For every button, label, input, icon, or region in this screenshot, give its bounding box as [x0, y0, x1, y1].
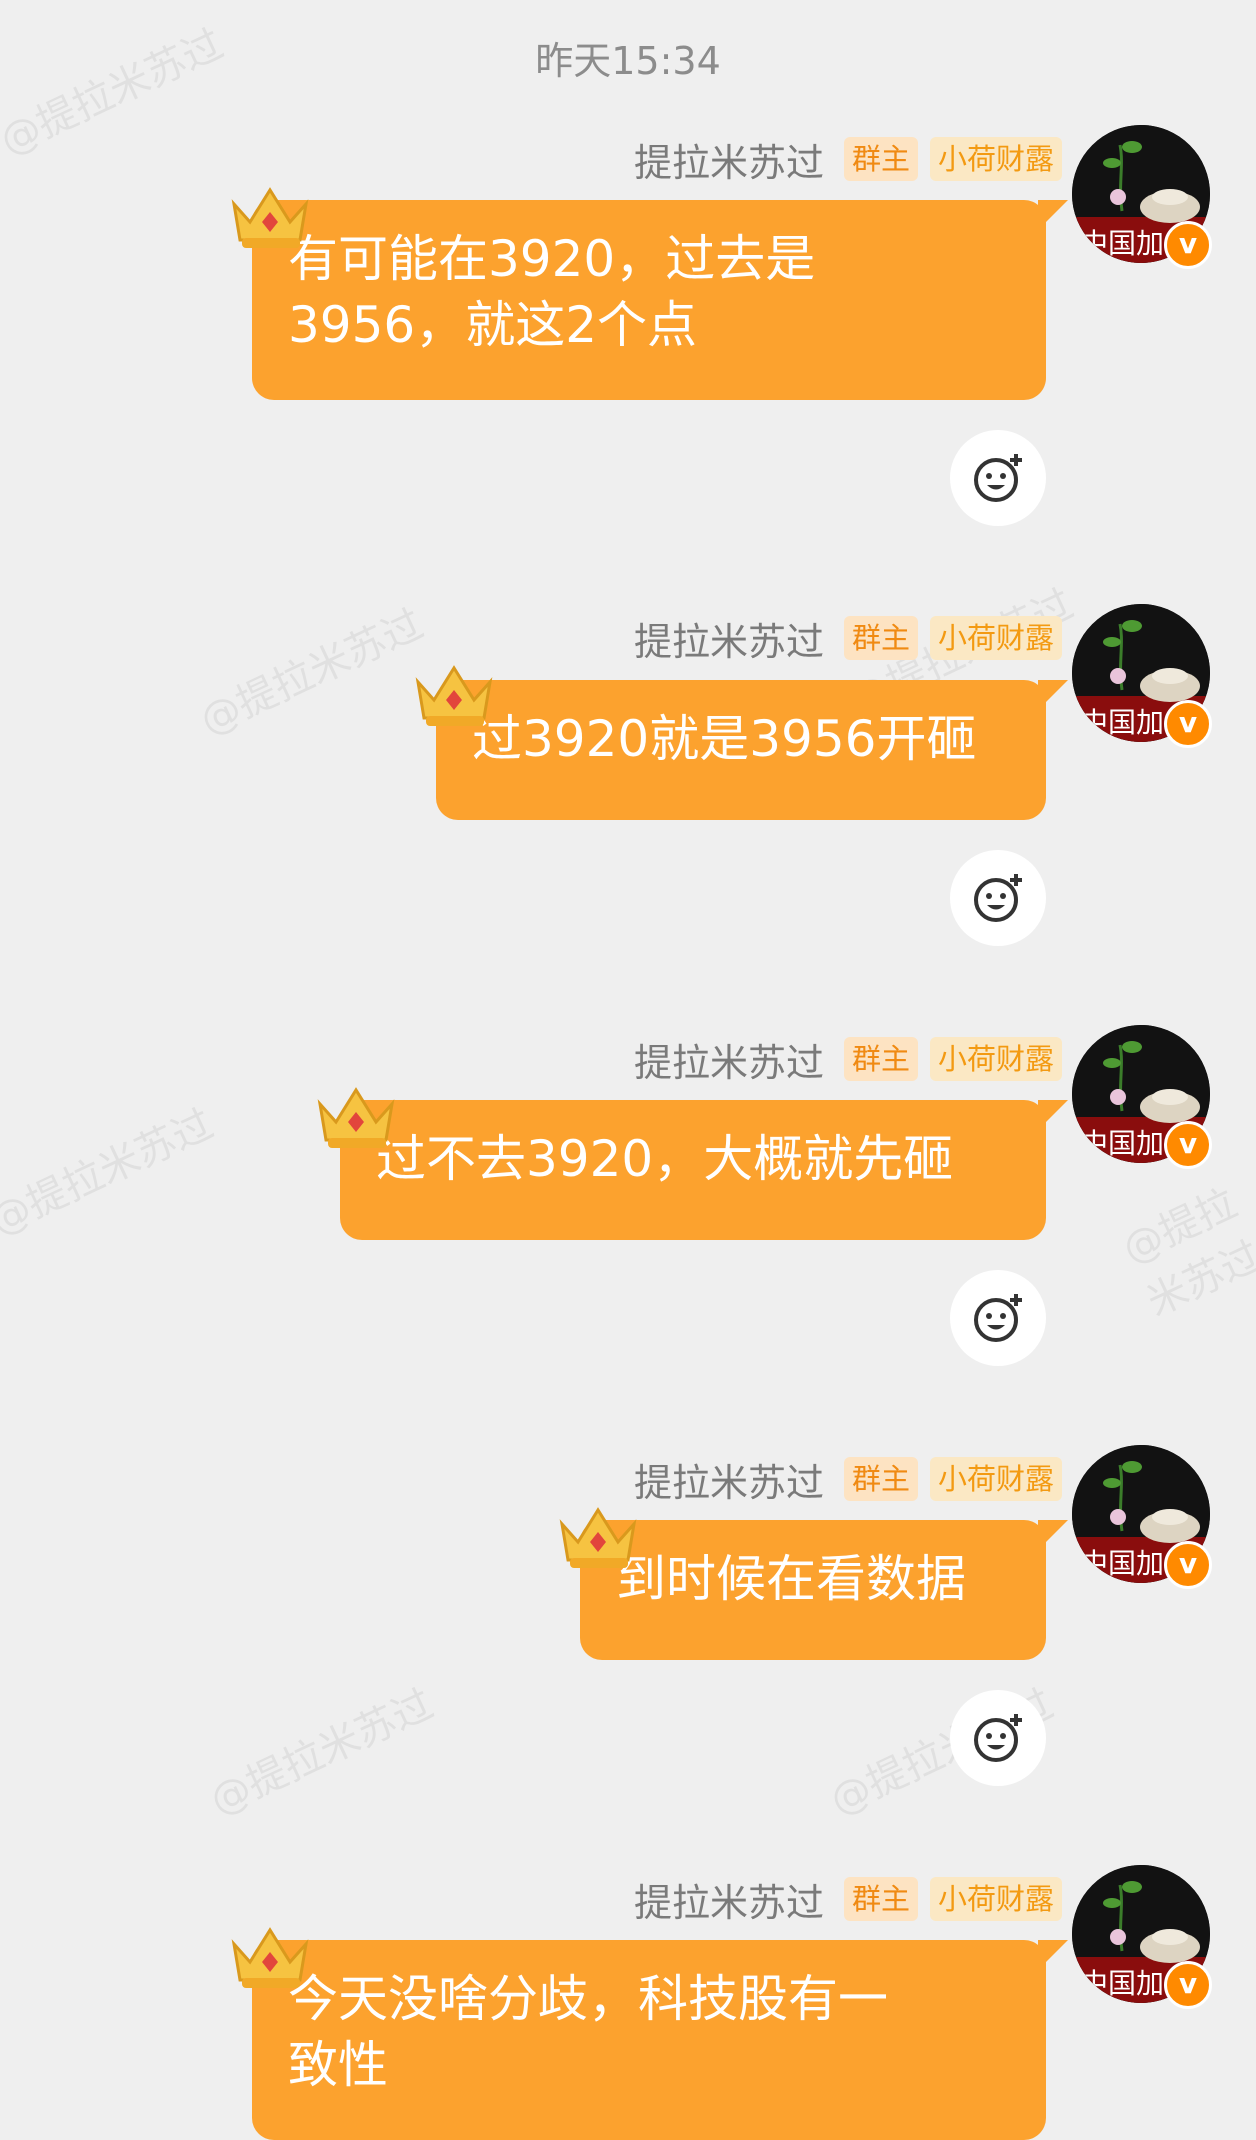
message-header: 提拉米苏过 群主 小荷财露: [634, 612, 1062, 664]
message-bubble[interactable]: 到时候在看数据: [580, 1520, 1068, 1660]
group-owner-badge: 群主: [843, 137, 918, 181]
message-text: 今天没啥分歧，科技股有一 致性: [288, 1970, 888, 2094]
verified-icon: v: [1164, 700, 1212, 748]
watermark: @提拉米苏过: [0, 1101, 221, 1245]
group-owner-badge: 群主: [843, 1457, 918, 1501]
svg-text:中国加: 中国加: [1080, 1547, 1164, 1580]
crown-icon: [415, 665, 493, 726]
verified-icon: v: [1164, 1541, 1212, 1589]
message-text: 到时候在看数据: [616, 1550, 966, 1608]
add-reaction-button[interactable]: [950, 430, 1046, 526]
message-bubble[interactable]: 有可能在3920，过去是 3956，就这2个点: [252, 200, 1068, 400]
add-reaction-button[interactable]: [950, 850, 1046, 946]
message-header: 提拉米苏过 群主 小荷财露: [634, 1453, 1062, 1505]
add-emoji-icon: [974, 1294, 1022, 1342]
message-bubble[interactable]: 今天没啥分歧，科技股有一 致性: [252, 1940, 1068, 2140]
crown-icon: [317, 1087, 395, 1148]
group-owner-badge: 群主: [843, 616, 918, 660]
add-emoji-icon: [974, 454, 1022, 502]
message-bubble[interactable]: 过不去3920，大概就先砸: [340, 1100, 1068, 1240]
sender-name[interactable]: 提拉米苏过: [634, 1872, 824, 1927]
message-text: 过3920就是3956开砸: [472, 710, 977, 768]
sender-name[interactable]: 提拉米苏过: [634, 1032, 824, 1087]
title-badge: 小荷财露: [929, 1457, 1062, 1501]
message-text: 过不去3920，大概就先砸: [376, 1130, 954, 1188]
message-timestamp: 昨天15:34: [535, 39, 721, 83]
sender-name[interactable]: 提拉米苏过: [634, 1452, 824, 1507]
watermark: @提拉米苏过: [193, 601, 431, 745]
watermark: @提拉米苏过: [203, 1681, 441, 1825]
message-header: 提拉米苏过 群主 小荷财露: [634, 1873, 1062, 1925]
title-badge: 小荷财露: [929, 1037, 1062, 1081]
group-owner-badge: 群主: [843, 1877, 918, 1921]
svg-text:中国加: 中国加: [1080, 1127, 1164, 1160]
watermark: @提拉米苏过: [1115, 1180, 1256, 1326]
group-owner-badge: 群主: [843, 1037, 918, 1081]
add-reaction-button[interactable]: [950, 1690, 1046, 1786]
message-text: 有可能在3920，过去是 3956，就这2个点: [288, 230, 816, 354]
crown-icon: [231, 1927, 309, 1988]
svg-text:中国加: 中国加: [1080, 706, 1164, 739]
add-reaction-button[interactable]: [950, 1270, 1046, 1366]
sender-name[interactable]: 提拉米苏过: [634, 611, 824, 666]
title-badge: 小荷财露: [929, 616, 1062, 660]
sender-name[interactable]: 提拉米苏过: [634, 132, 824, 187]
title-badge: 小荷财露: [929, 137, 1062, 181]
svg-text:中国加: 中国加: [1080, 227, 1164, 260]
crown-icon: [231, 187, 309, 248]
crown-icon: [559, 1507, 637, 1568]
title-badge: 小荷财露: [929, 1877, 1062, 1921]
message-header: 提拉米苏过 群主 小荷财露: [634, 1033, 1062, 1085]
message-header: 提拉米苏过 群主 小荷财露: [634, 133, 1062, 185]
verified-icon: v: [1164, 1121, 1212, 1169]
svg-text:中国加: 中国加: [1080, 1967, 1164, 2000]
add-emoji-icon: [974, 1714, 1022, 1762]
verified-icon: v: [1164, 221, 1212, 269]
message-bubble[interactable]: 过3920就是3956开砸: [436, 680, 1068, 820]
verified-icon: v: [1164, 1961, 1212, 2009]
add-emoji-icon: [974, 874, 1022, 922]
